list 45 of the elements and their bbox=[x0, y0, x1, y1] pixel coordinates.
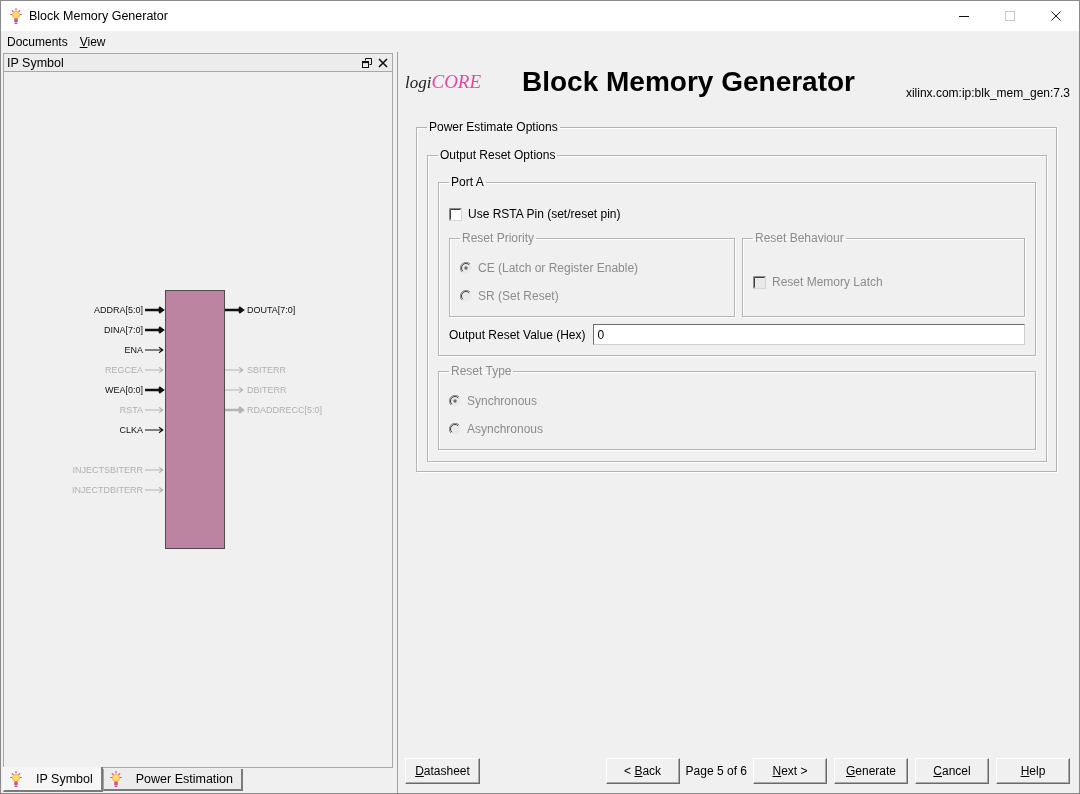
checkbox-option[interactable]: Use RSTA Pin (set/reset pin) bbox=[449, 204, 1025, 224]
window-title: Block Memory Generator bbox=[29, 9, 168, 23]
group-title: Port A bbox=[450, 175, 485, 189]
lightbulb-icon bbox=[10, 8, 22, 24]
pin-label: DINA[7:0] bbox=[104, 325, 143, 335]
close-button[interactable] bbox=[378, 57, 388, 68]
panel-tab[interactable]: Power Estimation bbox=[102, 769, 243, 791]
field-label: Output Reset Value (Hex) bbox=[449, 327, 586, 342]
pin-label: RSTA bbox=[119, 405, 143, 415]
group-title: Output Reset Options bbox=[439, 148, 557, 162]
page-title: Block Memory Generator bbox=[522, 66, 855, 98]
lightbulb-icon bbox=[109, 771, 122, 787]
group-title: Reset Behaviour bbox=[754, 231, 845, 245]
reset-value-field[interactable]: 0 bbox=[592, 324, 1025, 345]
datasheet-button[interactable]: Datasheet bbox=[405, 758, 480, 784]
panel-tab[interactable]: IP Symbol bbox=[3, 767, 103, 792]
restore-icon bbox=[362, 57, 372, 68]
pin-label: ENA bbox=[124, 345, 143, 355]
pin-label: DOUTA[7:0] bbox=[247, 305, 296, 315]
wizard-button[interactable]: Generate bbox=[834, 758, 908, 784]
wizard-button[interactable]: < Back bbox=[605, 758, 680, 784]
pin-label: WEA[0:0] bbox=[105, 385, 143, 395]
pin-label: INJECTSBITERR bbox=[72, 465, 143, 475]
pin-label: RDADDRECC[5:0] bbox=[247, 405, 322, 415]
close-icon bbox=[378, 57, 388, 68]
pin-label: DBITERR bbox=[247, 385, 287, 395]
page-indicator: Page 5 of 6 bbox=[685, 764, 747, 778]
group-title: Reset Priority bbox=[461, 231, 536, 245]
menu-item[interactable]: View bbox=[73, 34, 112, 49]
panel-title: IP Symbol bbox=[7, 55, 64, 70]
wizard-button[interactable]: Next > bbox=[753, 758, 827, 784]
group-title: Power Estimate Options bbox=[428, 120, 559, 134]
logicore-logo: logiCORE bbox=[405, 71, 483, 93]
pin-label: INJECTDBITERR bbox=[72, 485, 143, 495]
pin-label: CLKA bbox=[119, 425, 143, 435]
pin-label: REGCEA bbox=[105, 365, 143, 375]
ip-identifier: xilinx.com:ip:blk_mem_gen:7.3 bbox=[905, 86, 1070, 100]
menu-item[interactable]: Documents bbox=[1, 34, 74, 49]
restore-button[interactable] bbox=[362, 57, 372, 68]
lightbulb-icon bbox=[10, 770, 22, 787]
wizard-button[interactable]: Cancel bbox=[915, 758, 989, 784]
wizard-button[interactable]: Help bbox=[996, 758, 1070, 784]
pin-label: ADDRA[5:0] bbox=[93, 305, 143, 315]
pin-label: SBITERR bbox=[247, 365, 286, 375]
group-title: Reset Type bbox=[450, 364, 513, 378]
